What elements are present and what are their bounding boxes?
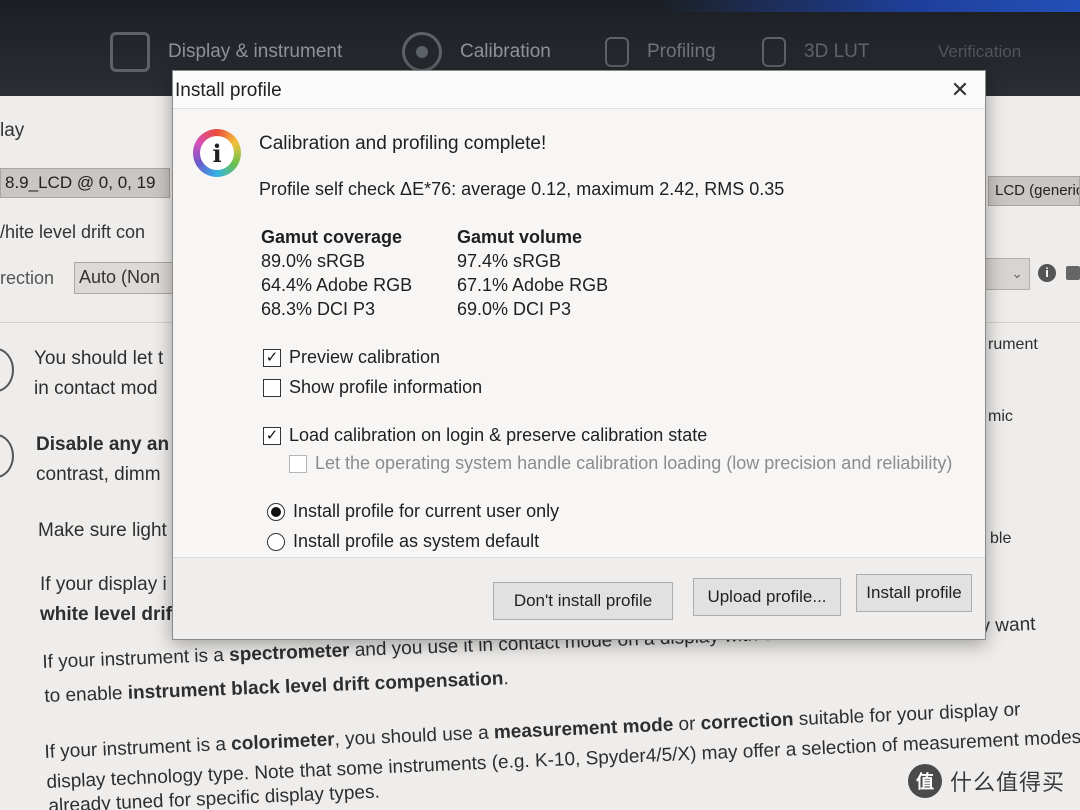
monitor-icon [110,32,150,72]
close-icon[interactable]: ✕ [947,77,973,103]
gamut-volume: Gamut volume 97.4% sRGB 67.1% Adobe RGB … [457,225,608,321]
text-run: to enable [44,682,129,707]
correction-select[interactable]: Auto (Non [74,262,174,294]
radio-label: Install profile for current user only [293,501,560,521]
display-type-select[interactable]: LCD (generic [988,176,1080,206]
hint-text-bold: white level drif [40,604,172,626]
checkbox-disabled [289,454,307,473]
tab-label: Profiling [647,41,716,62]
checkbox-checked[interactable]: ✓ [263,348,281,367]
section-heading: lay [0,120,25,141]
gamut-coverage-header: Gamut coverage [261,227,403,247]
os-calibration-loading-checkbox: Let the operating system handle calibrat… [289,453,952,474]
side-text: mic [988,408,1013,425]
hint-text: Make sure light [38,520,167,541]
bold-text: instrument black level drift compensatio… [127,668,504,704]
correction-label: rection [0,268,55,288]
text-run: , you should use a [334,722,495,751]
dialog-footer: Don't install profile Upload profile... … [173,557,985,639]
tab-label: 3D LUT [804,41,870,62]
chevron-down-icon: ⌄ [1011,265,1023,281]
text-run: or [672,713,702,736]
bold-text: measurement mode [493,714,674,744]
tab-3d-lut[interactable]: 3D LUT [762,28,869,76]
hint-text: contrast, dimm [36,464,161,485]
side-text: rument [988,336,1038,353]
install-system-default-radio[interactable]: Install profile as system default [267,531,539,552]
hint-text: If your display i [40,574,167,595]
side-text: ble [990,530,1012,547]
load-calibration-checkbox[interactable]: ✓ Load calibration on login & preserve c… [263,425,707,446]
gamut-coverage-value: 64.4% Adobe RGB [261,275,413,295]
grid-icon [605,37,629,67]
dialog-heading: Calibration and profiling complete! [259,133,547,154]
text-run: suitable for your display or [793,699,1021,731]
install-profile-button[interactable]: Install profile [856,574,972,612]
hint-text-bold: Disable any an [36,434,169,456]
lut-icon [762,37,786,67]
gamut-volume-header: Gamut volume [457,227,583,247]
tab-calibration[interactable]: Calibration [402,28,551,76]
info-glyph: i [200,136,234,170]
dialog-titlebar[interactable]: Install profile ✕ [173,71,985,109]
bold-text: white level drif [40,604,172,625]
install-current-user-radio[interactable]: Install profile for current user only [267,501,559,522]
radio-label: Install profile as system default [293,531,540,551]
dialog-title: Install profile [175,80,282,101]
preview-calibration-checkbox[interactable]: ✓ Preview calibration [263,347,440,368]
white-level-drift-checkbox-label[interactable]: /hite level drift con [0,222,145,243]
checkbox-label: Load calibration on login & preserve cal… [289,425,708,445]
gamut-coverage-value: 89.0% sRGB [261,251,366,271]
profile-self-check: Profile self check ΔE*76: average 0.12, … [259,179,785,199]
checkbox-unchecked[interactable] [263,378,281,397]
gamut-volume-value: 67.1% Adobe RGB [457,275,609,295]
tab-label: Verification [938,42,1022,61]
info-icon[interactable]: i [1038,264,1056,282]
show-profile-info-checkbox[interactable]: Show profile information [263,377,482,398]
step-indicator [0,434,14,478]
hint-text: You should let t [34,348,164,369]
dont-install-profile-button[interactable]: Don't install profile [493,582,673,620]
gamut-coverage: Gamut coverage 89.0% sRGB 64.4% Adobe RG… [261,225,412,321]
gamut-volume-value: 97.4% sRGB [457,251,562,271]
tab-profiling[interactable]: Profiling [605,28,716,76]
watermark-logo: 值 [908,764,942,798]
gamut-coverage-value: 68.3% DCI P3 [261,299,376,319]
text-run: If your instrument is a [44,733,232,763]
checkbox-label: Let the operating system handle calibrat… [315,453,953,473]
text-run: . [503,668,510,690]
info-icon: i [193,129,241,177]
checkbox-checked[interactable]: ✓ [263,426,281,445]
target-icon [402,32,442,72]
bold-text: spectrometer [228,640,350,666]
hint-text: in contact mod [34,378,158,399]
gamut-volume-value: 69.0% DCI P3 [457,299,572,319]
folder-icon[interactable] [1066,266,1080,280]
display-select[interactable]: 8.9_LCD @ 0, 0, 19 [0,168,170,198]
watermark: 值 什么值得买 [908,764,1065,798]
checkbox-label: Show profile information [289,377,483,397]
bold-text: colorimeter [230,729,336,755]
radio-unselected[interactable] [267,532,285,551]
window-edge [660,0,1080,12]
checkbox-label: Preview calibration [289,347,441,367]
bold-text: correction [700,709,794,735]
install-profile-dialog: Install profile ✕ i Calibration and prof… [172,70,986,640]
tab-verification[interactable]: Verification [938,28,1021,76]
text-run: If your instrument is a [42,644,230,673]
upload-profile-button[interactable]: Upload profile... [693,578,841,616]
watermark-text: 什么值得买 [950,770,1066,795]
tab-label: Calibration [460,41,551,62]
bold-text: Disable any an [36,434,170,455]
spectrometer-hint: to enable instrument black level drift c… [44,668,509,708]
radio-selected[interactable] [267,502,285,521]
tab-label: Display & instrument [168,41,343,62]
tab-display-instrument[interactable]: Display & instrument [110,28,342,76]
step-indicator [0,348,14,392]
